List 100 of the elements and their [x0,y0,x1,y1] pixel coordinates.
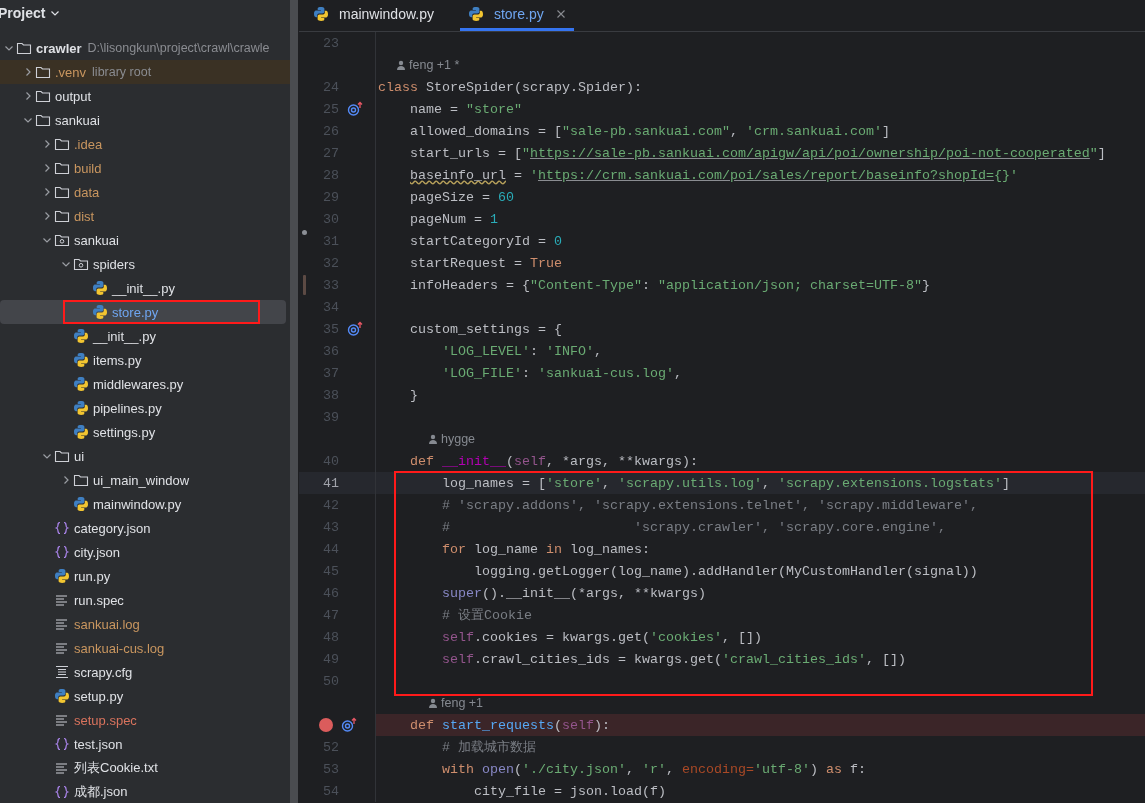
code-line: startCategoryId = 0 [409,233,562,249]
code-line: super().__init__(*args, **kwargs) [441,585,706,601]
python-file-icon [92,280,108,296]
item-name: setup.spec [74,712,137,728]
python-file-icon [73,376,89,392]
override-icon[interactable] [347,101,363,117]
tree-item[interactable]: __init__.py [0,324,290,348]
tree-item[interactable]: crawler D:\lisongkun\project\crawl\crawle [0,36,290,60]
folder-icon [35,88,51,104]
tree-item[interactable]: sankuai-cus.log [0,636,290,660]
tree-item[interactable]: setup.py [0,684,290,708]
tree-item[interactable]: 成都.json [0,780,290,803]
code-line: allowed_domains = ["sale-pb.sankuai.com", 'crm.sankuai.com'] [409,123,890,139]
tree-item[interactable]: spiders [0,252,290,276]
author-hint[interactable]: feng +1 [428,696,484,710]
code-line: } [409,387,418,403]
line-number: 41 [322,475,339,491]
code-line: baseinfo_url = 'https://crm.sankuai.com/poi/sales/report/baseinfo?shopId={}' [409,167,1018,183]
tree-item[interactable]: setup.spec [0,708,290,732]
scrollbar[interactable] [290,0,299,803]
tree-item[interactable]: .venv library root [0,60,290,84]
code-line: with open('./city.json', 'r', encoding='utf-8') as f: [441,761,866,777]
item-name: sankuai-cus.log [74,640,165,656]
code-line: 'LOG_LEVEL': 'INFO', [441,343,602,359]
tree-item[interactable]: output [0,84,290,108]
python-file-icon [73,352,89,368]
author-hint[interactable]: hygge [428,432,476,446]
editor-tab[interactable]: store.py [459,0,574,31]
python-file-icon [73,496,89,512]
item-name: output [55,88,92,104]
tree-item[interactable]: scrapy.cfg [0,660,290,684]
tree-item[interactable]: ui [0,444,290,468]
folder-icon [54,160,70,176]
python-file-icon [54,688,70,704]
tree-item[interactable]: dist [0,204,290,228]
item-hint: library root [92,65,152,79]
tree-item[interactable]: city.json [0,540,290,564]
tree-item[interactable]: .idea [0,132,290,156]
folder-icon [54,448,70,464]
item-hint: D:\lisongkun\project\crawl\crawle [87,41,270,55]
tree-item[interactable]: 列表Cookie.txt [0,756,290,780]
code-line: def __init__(self, *args, **kwargs): [409,453,698,469]
tree-item[interactable]: mainwindow.py [0,492,290,516]
item-name: run.py [74,568,111,584]
tree-item[interactable]: build [0,156,290,180]
change-marker[interactable] [302,275,306,295]
python-file-icon [54,568,70,584]
tree-item[interactable]: items.py [0,348,290,372]
item-name: settings.py [93,424,156,440]
item-name: sankuai [74,232,119,248]
tree-item[interactable]: sankuai [0,228,290,252]
change-marker[interactable] [301,229,307,235]
text-file-icon [54,760,70,776]
item-name: setup.py [74,688,124,704]
item-name: sankuai [55,112,100,128]
person-icon [396,60,406,70]
override-icon[interactable] [341,717,357,733]
override-icon[interactable] [347,321,363,337]
folder-icon [16,40,32,56]
tree-item[interactable]: sankuai.log [0,612,290,636]
code-line: infoHeaders = {"Content-Type": "application/json; charset=UTF-8"} [409,277,930,293]
braces-icon [54,784,70,800]
tree-item[interactable]: store.py [0,300,286,324]
package-folder-icon [54,232,70,248]
folder-icon [54,136,70,152]
braces-icon [54,520,70,536]
author-hint[interactable]: feng +1 * [396,58,460,72]
text-file-icon [54,592,70,608]
code-line: name = "store" [409,101,522,117]
tree-item[interactable]: __init__.py [0,276,290,300]
person-icon [428,698,438,708]
code-line: # 'scrapy.addons', 'scrapy.extensions.telnet', 'scrapy.middleware', [441,497,978,513]
config-file-icon [54,664,70,680]
code-line: self.cookies = kwargs.get('cookies', []) [441,629,762,645]
code-line: # 设置Cookie [441,607,532,624]
code-line: def start_requests(self): [409,717,610,733]
code-line: custom_settings = { [409,321,562,337]
editor-tab[interactable]: mainwindow.py [305,0,442,31]
item-name: spiders [93,256,135,272]
close-icon[interactable] [555,9,566,19]
tree-item[interactable]: ui_main_window [0,468,290,492]
breakpoint-icon[interactable] [319,718,333,732]
tree-item[interactable]: settings.py [0,420,290,444]
code-line: pageSize = 60 [409,189,514,205]
code-line: startRequest = True [409,255,562,271]
tree-item[interactable]: middlewares.py [0,372,290,396]
braces-icon [54,544,70,560]
tree-item[interactable]: test.json [0,732,290,756]
item-name: mainwindow.py [93,496,182,512]
item-name: build [74,160,102,176]
tree-item[interactable]: sankuai [0,108,290,132]
item-name: .idea [74,136,103,152]
braces-icon [54,736,70,752]
code-line: logging.getLogger(log_name).addHandler(MyCustomHandler(signal)) [473,563,978,579]
tree-item[interactable]: category.json [0,516,290,540]
tree-item[interactable]: pipelines.py [0,396,290,420]
folder-icon [54,184,70,200]
tree-item[interactable]: run.spec [0,588,290,612]
tree-item[interactable]: data [0,180,290,204]
tree-item[interactable]: run.py [0,564,290,588]
